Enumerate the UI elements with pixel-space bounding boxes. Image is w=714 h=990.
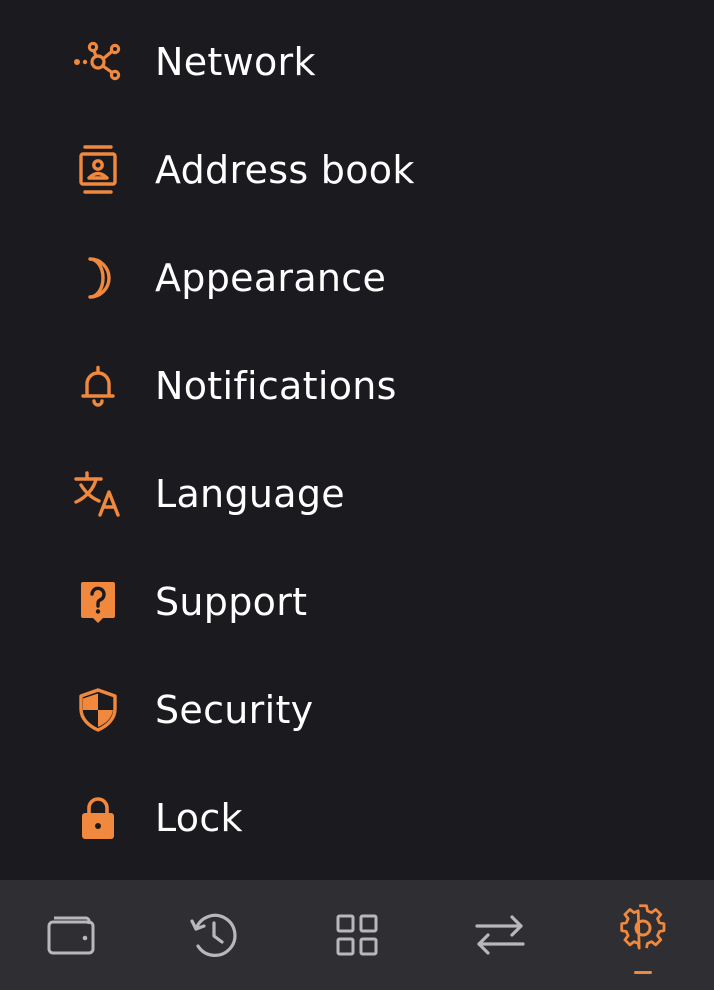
settings-gear-icon bbox=[619, 904, 665, 950]
tab-swap[interactable] bbox=[428, 880, 571, 990]
settings-screen: Network Address book Appearance Notifica… bbox=[0, 0, 714, 990]
menu-item-label: Address book bbox=[155, 148, 415, 192]
menu-item-label: Appearance bbox=[155, 256, 387, 300]
menu-item-label: Security bbox=[155, 688, 314, 732]
help-icon bbox=[70, 574, 126, 630]
address-book-icon bbox=[70, 142, 126, 198]
menu-item-label: Support bbox=[155, 580, 308, 624]
tab-wallet[interactable] bbox=[0, 880, 143, 990]
tab-history[interactable] bbox=[143, 880, 286, 990]
history-icon bbox=[190, 913, 237, 957]
menu-item-network[interactable]: Network bbox=[0, 8, 714, 116]
menu-item-label: Lock bbox=[155, 796, 243, 840]
menu-item-appearance[interactable]: Appearance bbox=[0, 224, 714, 332]
tab-apps[interactable] bbox=[286, 880, 429, 990]
menu-item-label: Language bbox=[155, 472, 345, 516]
tab-settings[interactable] bbox=[571, 880, 714, 990]
menu-item-address-book[interactable]: Address book bbox=[0, 116, 714, 224]
menu-item-notifications[interactable]: Notifications bbox=[0, 332, 714, 440]
menu-item-support[interactable]: Support bbox=[0, 548, 714, 656]
swap-arrows-icon bbox=[475, 915, 525, 955]
menu-item-lock[interactable]: Lock bbox=[0, 764, 714, 872]
bottom-navigation bbox=[0, 880, 714, 990]
lock-icon bbox=[70, 790, 126, 846]
menu-item-label: Notifications bbox=[155, 364, 397, 408]
menu-item-label: Network bbox=[155, 40, 316, 84]
bell-icon bbox=[70, 358, 126, 414]
translate-icon bbox=[70, 466, 126, 522]
moon-icon bbox=[70, 250, 126, 306]
network-icon bbox=[70, 34, 126, 90]
settings-menu: Network Address book Appearance Notifica… bbox=[0, 8, 714, 872]
active-tab-indicator bbox=[633, 971, 652, 974]
menu-item-security[interactable]: Security bbox=[0, 656, 714, 764]
menu-item-language[interactable]: Language bbox=[0, 440, 714, 548]
wallet-icon bbox=[47, 916, 95, 955]
apps-grid-icon bbox=[336, 914, 378, 956]
shield-icon bbox=[70, 682, 126, 738]
